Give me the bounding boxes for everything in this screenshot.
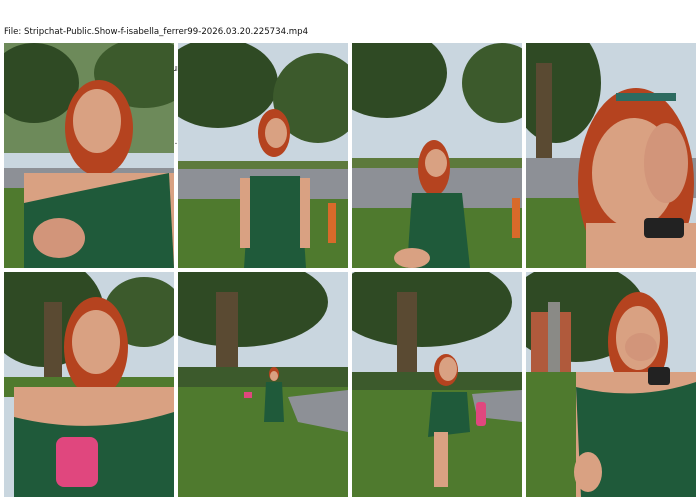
- thumbnail-6-image: [178, 272, 348, 497]
- thumbnail-1-image: [4, 43, 174, 268]
- thumbnail-5-image: [4, 272, 174, 497]
- thumbnail-3: [352, 43, 522, 268]
- thumbnail-grid: [0, 0, 700, 502]
- thumbnail-6: [178, 272, 348, 497]
- thumbnail-5: [4, 272, 174, 497]
- thumbnail-3-image: [352, 43, 522, 268]
- thumbnail-7: [352, 272, 522, 497]
- thumbnail-2: [178, 43, 348, 268]
- thumbnail-7-image: [352, 272, 522, 497]
- thumbnail-8-image: [526, 272, 696, 497]
- thumbnail-1: [4, 43, 174, 268]
- thumbnail-4: [526, 43, 696, 268]
- thumbnail-4-image: [526, 43, 696, 268]
- thumbnail-8: [526, 272, 696, 497]
- thumbnail-2-image: [178, 43, 348, 268]
